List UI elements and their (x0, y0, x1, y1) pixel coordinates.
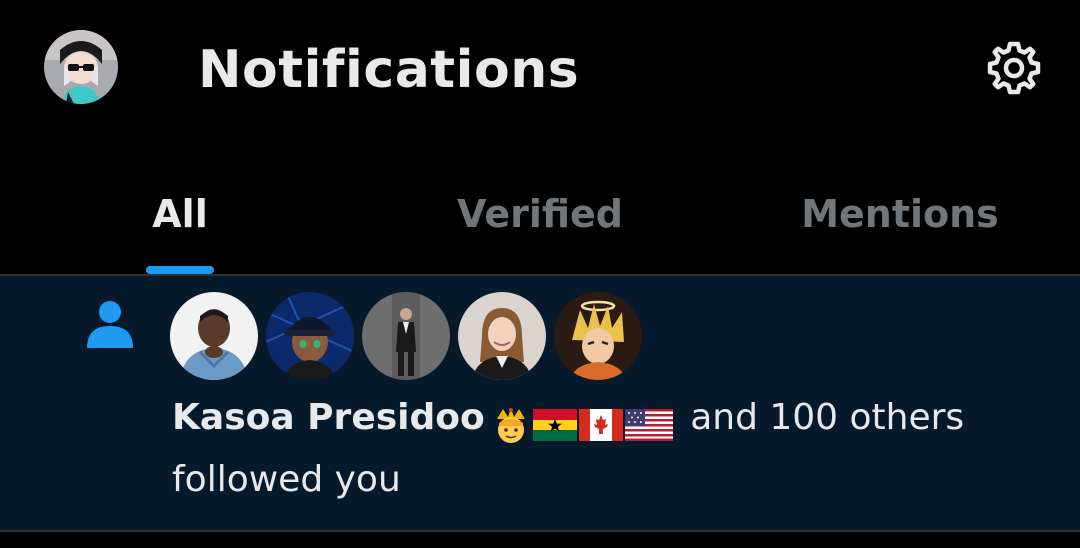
notification-text: Kasoa Presidoo and 100 others followed yo… (172, 390, 1042, 508)
person-follow-icon (84, 298, 136, 350)
tab-all[interactable]: All (120, 190, 240, 238)
active-tab-indicator (146, 266, 214, 274)
flag-canada (578, 409, 623, 441)
emoji-group (491, 396, 675, 452)
divider (0, 530, 1080, 532)
top-app-bar: Notifications (0, 0, 1080, 140)
actor-name[interactable]: Kasoa Presidoo (172, 397, 485, 438)
user-avatar-icon (44, 30, 118, 104)
flag-ghana (532, 409, 577, 441)
notification-item[interactable]: Kasoa Presidoo and 100 others followed yo… (0, 276, 1080, 530)
follower-avatar[interactable] (266, 292, 354, 380)
tab-mentions[interactable]: Mentions (780, 190, 1020, 238)
notification-tabs: All Verified Mentions (0, 160, 1080, 274)
follower-avatar[interactable] (554, 292, 642, 380)
follower-avatar[interactable] (362, 292, 450, 380)
prince-emoji (496, 408, 525, 443)
profile-avatar[interactable] (44, 30, 118, 104)
tab-verified[interactable]: Verified (420, 190, 660, 238)
follower-avatar[interactable] (458, 292, 546, 380)
notification-action: followed you (172, 459, 401, 500)
gear-icon[interactable] (984, 38, 1044, 98)
page-title: Notifications (198, 40, 580, 100)
flag-usa (624, 409, 673, 441)
follower-avatar[interactable] (170, 292, 258, 380)
others-count: and 100 others (690, 397, 965, 438)
